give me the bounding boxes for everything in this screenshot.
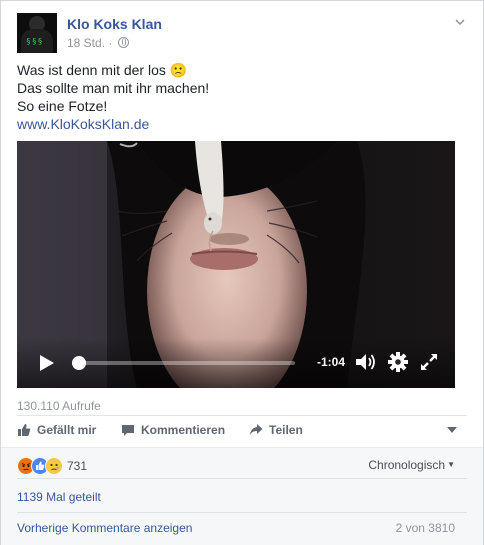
post-options-button[interactable]	[449, 13, 471, 35]
page-name-link[interactable]: Klo Koks Klan	[67, 16, 162, 32]
share-button[interactable]: Teilen	[249, 423, 303, 437]
post-link[interactable]: www.KloKoksKlan.de	[17, 116, 149, 132]
share-arrow-icon	[250, 424, 263, 435]
meta-separator: ·	[108, 36, 113, 50]
video-progress-track[interactable]	[75, 361, 295, 365]
post-line-3: So eine Fotze!	[17, 98, 108, 114]
post-actions-bar: Gefällt mir Kommentieren Teilen	[17, 415, 467, 446]
like-button[interactable]: Gefällt mir	[17, 423, 96, 437]
avatar-mark: §§§	[26, 37, 44, 46]
previous-comments-link[interactable]: Vorherige Kommentare anzeigen	[17, 521, 192, 535]
sort-label: Chronologisch	[368, 458, 446, 472]
thumbs-up-icon	[18, 424, 31, 436]
fullscreen-icon[interactable]	[419, 352, 439, 372]
post-timestamp[interactable]: 18 Std.	[67, 36, 105, 50]
share-label: Teilen	[269, 423, 303, 437]
comment-pager-count: 2 von 3810	[395, 521, 455, 535]
comment-button[interactable]: Kommentieren	[121, 423, 225, 437]
post-header: §§§ Klo Koks Klan 18 Std. ·	[17, 13, 467, 53]
video-controls: -1:04	[17, 338, 455, 388]
page-avatar[interactable]: §§§	[17, 13, 57, 53]
video-scrub-handle[interactable]	[72, 356, 87, 370]
reaction-count[interactable]: 731	[67, 459, 87, 473]
feedback-divider	[17, 478, 467, 479]
facebook-post-card: §§§ Klo Koks Klan 18 Std. · Was ist denn…	[0, 0, 484, 545]
post-line-2: Das sollte man mit ihr machen!	[17, 80, 210, 96]
globe-icon	[117, 37, 129, 48]
post-meta: 18 Std. ·	[67, 36, 129, 50]
comment-label: Kommentieren	[141, 423, 226, 437]
share-count-link[interactable]: 1139 Mal geteilt	[17, 490, 101, 504]
comment-icon	[122, 425, 134, 436]
chevron-down-icon	[455, 19, 465, 25]
video-time-remaining: -1:04	[317, 355, 346, 369]
play-icon[interactable]	[37, 354, 55, 372]
sad-reaction-icon	[45, 457, 63, 475]
post-message: Was ist denn mit der los 🙁 Das sollte ma…	[17, 61, 457, 133]
like-label: Gefällt mir	[37, 423, 97, 437]
caret-down-icon: ▼	[447, 460, 455, 469]
share-options-caret-icon[interactable]	[447, 427, 457, 433]
feedback-section: 731 Chronologisch ▼ 1139 Mal geteilt Vorh…	[1, 447, 483, 545]
view-count: 130.110 Aufrufe	[17, 399, 101, 413]
gear-icon[interactable]	[387, 351, 409, 373]
comment-sort-dropdown[interactable]: Chronologisch ▼	[368, 458, 455, 472]
post-line-1: Was ist denn mit der los 🙁	[17, 62, 188, 78]
feedback-divider	[17, 512, 467, 513]
video-player[interactable]: -1:04	[17, 141, 455, 388]
volume-icon[interactable]	[355, 352, 377, 372]
